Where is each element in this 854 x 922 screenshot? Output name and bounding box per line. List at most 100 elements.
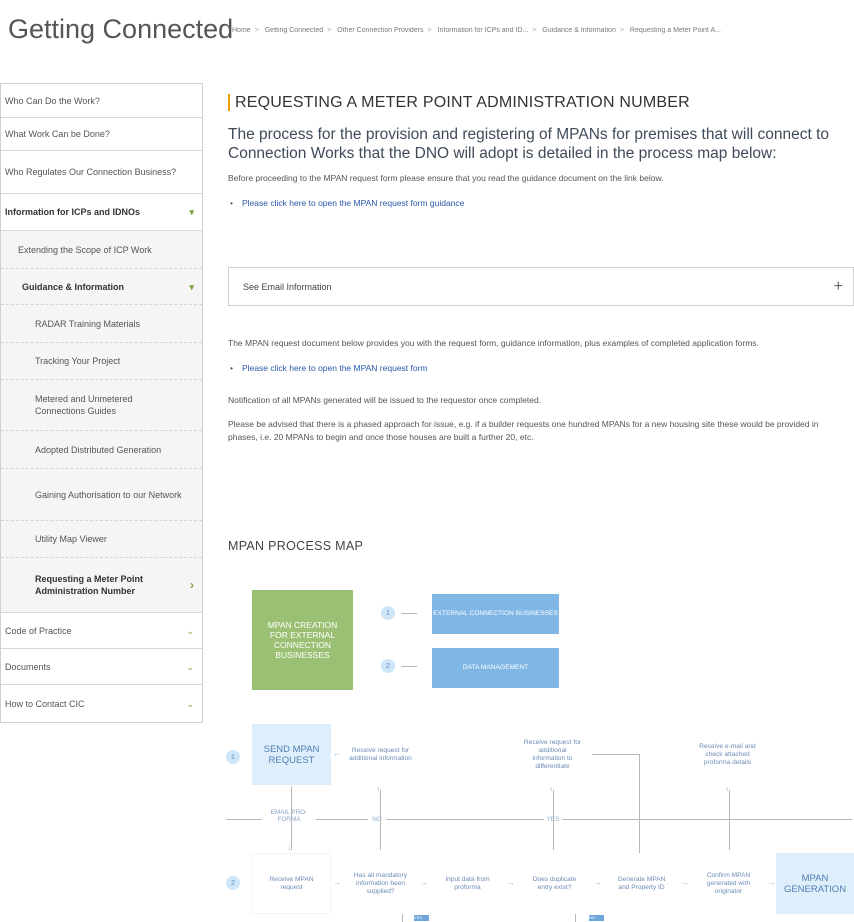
- chevron-down-icon[interactable]: ▾: [189, 206, 194, 218]
- chevron-right-icon[interactable]: ›: [190, 579, 194, 591]
- sidebar-item-extending-scope[interactable]: Extending the Scope of ICP Work: [1, 231, 202, 269]
- connector-line: [401, 613, 417, 614]
- list-item: Please click here to open the MPAN reque…: [228, 197, 854, 209]
- arrow-right-icon: →: [594, 878, 602, 887]
- sidebar-item-label: Utility Map Viewer: [35, 534, 107, 544]
- no-label: NO: [368, 816, 386, 823]
- legend-external-box: EXTERNAL CONNECTION BUSINESSES: [432, 594, 559, 634]
- arrow-up-icon: ↑: [725, 785, 729, 794]
- arrow-right-icon: →: [768, 878, 776, 887]
- generate-mpan-box: Generate MPAN and Property ID: [602, 853, 681, 914]
- sidebar-item-contact-cic[interactable]: How to Contact CIC ⌄: [1, 685, 202, 722]
- confirm-mpan-box: Confirm MPAN generated with originator: [689, 853, 768, 914]
- process-map-heading: MPAN PROCESS MAP: [228, 539, 364, 553]
- row-number-1: 1: [226, 750, 240, 764]
- chevron-down-icon[interactable]: ▾: [189, 281, 194, 293]
- breadcrumb: Home > Getting Connected > Other Connectio…: [232, 27, 721, 34]
- sidebar-item-metered-guides[interactable]: Metered and Unmetered Connections Guides: [1, 380, 202, 431]
- chevron-down-icon[interactable]: ⌄: [186, 661, 194, 673]
- sidebar-item-label: Documents: [5, 661, 51, 672]
- row-number-2: 2: [226, 876, 240, 890]
- sidebar-item-code-of-practice[interactable]: Code of Practice ⌄: [1, 613, 202, 649]
- sidebar-item-label: Gaining Authorisation to our Network: [35, 489, 182, 500]
- guidance-link[interactable]: Please click here to open the MPAN reque…: [242, 198, 464, 208]
- legend-number-1: 1: [381, 606, 395, 620]
- sidebar-item-requesting-mpan[interactable]: Requesting a Meter Point Administration …: [1, 558, 202, 613]
- connector-line: [401, 666, 417, 667]
- input-data-box: Input data from proforma: [428, 853, 507, 914]
- arrow-up-icon: ↑: [549, 785, 553, 794]
- sidebar-item-label: Adopted Distributed Generation: [35, 444, 162, 455]
- sidebar-item-tracking[interactable]: Tracking Your Project: [1, 343, 202, 380]
- breadcrumb-current: Requesting a Meter Point A...: [629, 27, 721, 34]
- sidebar-item-label: What Work Can be Done?: [5, 129, 110, 139]
- connector-line: [226, 819, 852, 820]
- sidebar-item-label: Tracking Your Project: [35, 356, 121, 366]
- connector-line: [729, 790, 730, 850]
- sidebar-item-label: Who Regulates Our Connection Business?: [5, 167, 177, 177]
- site-title: Getting Connected: [8, 14, 234, 44]
- sidebar-item-gaining-authorisation[interactable]: Gaining Authorisation to our Network: [1, 469, 202, 521]
- arrow-right-icon: →: [681, 878, 689, 887]
- mandatory-info-box: Has all mandatory information been suppl…: [341, 853, 420, 914]
- email-info-accordion[interactable]: See Email Information +: [228, 267, 854, 306]
- sidebar-item-what-work[interactable]: What Work Can be Done?: [1, 118, 202, 151]
- sidebar-item-who-can-do[interactable]: Who Can Do the Work?: [1, 84, 202, 118]
- sidebar-item-guidance[interactable]: Guidance & Information ▾: [1, 269, 202, 305]
- sidebar-submenu-guidance: RADAR Training Materials Tracking Your P…: [1, 305, 202, 613]
- sidebar-item-adopted-dg[interactable]: Adopted Distributed Generation: [1, 431, 202, 469]
- chevron-down-icon[interactable]: ⌄: [186, 698, 194, 710]
- breadcrumb-other-providers[interactable]: Other Connection Providers: [337, 27, 423, 34]
- arrow-right-icon: →: [333, 878, 341, 887]
- receive-mpan-box: Receive MPAN request: [252, 853, 331, 914]
- connector-line: [592, 754, 640, 755]
- notification-paragraph: Notification of all MPANs generated will…: [228, 395, 542, 405]
- sidebar-nav: Who Can Do the Work? What Work Can be Do…: [0, 83, 203, 723]
- plus-icon[interactable]: +: [834, 278, 843, 296]
- breadcrumb-guidance[interactable]: Guidance & Information: [542, 27, 616, 34]
- lead-paragraph: The process for the provision and regist…: [228, 126, 830, 162]
- sidebar-item-radar[interactable]: RADAR Training Materials: [1, 305, 202, 343]
- connector-line: [553, 790, 554, 850]
- sidebar-item-label: Extending the Scope of ICP Work: [18, 244, 152, 255]
- arrow-left-icon: ←: [333, 749, 341, 758]
- connector-line: [380, 790, 381, 850]
- request-form-link[interactable]: Please click here to open the MPAN reque…: [242, 363, 428, 373]
- no-tag: NO: [589, 915, 604, 921]
- email-proforma-label: EMAIL PRO-FORMA: [262, 809, 316, 823]
- sidebar-item-label: Information for ICPs and IDNOs: [5, 207, 141, 217]
- sidebar-item-utility-map[interactable]: Utility Map Viewer: [1, 521, 202, 558]
- sidebar-item-label: Metered and Unmetered Connections Guides: [35, 394, 133, 416]
- legend-number-2: 2: [381, 659, 395, 673]
- arrow-right-icon: →: [507, 878, 515, 887]
- accordion-label: See Email Information: [243, 281, 332, 292]
- breadcrumb-home[interactable]: Home: [232, 27, 251, 34]
- breadcrumb-getting-connected[interactable]: Getting Connected: [265, 27, 323, 34]
- receive-additional-box: Receive request for additional informati…: [341, 724, 420, 785]
- connector-line: [402, 914, 403, 922]
- sidebar-item-label: RADAR Training Materials: [35, 318, 141, 329]
- arrow-up-icon: ↑: [376, 785, 380, 794]
- arrow-right-icon: →: [420, 878, 428, 887]
- sidebar-item-icps-idnos[interactable]: Information for ICPs and IDNOs ▾: [1, 194, 202, 231]
- duplicate-entry-box: Does duplicate entry exist?: [515, 853, 594, 914]
- sidebar-item-documents[interactable]: Documents ⌄: [1, 649, 202, 685]
- receive-differentiate-box: Receive request for additional informati…: [513, 724, 592, 785]
- mpan-creation-box: MPAN CREATION FOR EXTERNAL CONNECTION BU…: [252, 590, 353, 690]
- sidebar-item-label: Code of Practice: [5, 625, 72, 636]
- sidebar-item-label: Guidance & Information: [22, 281, 125, 292]
- advice-paragraph: Please be advised that there is a phased…: [228, 419, 819, 442]
- intro-paragraph: Before proceeding to the MPAN request fo…: [228, 173, 664, 183]
- chevron-down-icon[interactable]: ⌄: [186, 625, 194, 637]
- arrow-down-icon: ↓: [287, 843, 291, 852]
- breadcrumb-icps[interactable]: Information for ICPs and ID...: [438, 27, 529, 34]
- connector-line: [291, 786, 292, 850]
- main-content: REQUESTING A METER POINT ADMINISTRATION …: [228, 83, 854, 209]
- sidebar-item-who-regulates[interactable]: Who Regulates Our Connection Business?: [1, 151, 202, 194]
- send-mpan-box: SEND MPAN REQUEST: [252, 724, 331, 785]
- document-paragraph: The MPAN request document below provides…: [228, 338, 759, 348]
- page-title: REQUESTING A METER POINT ADMINISTRATION …: [228, 94, 854, 111]
- connector-line: [575, 914, 576, 922]
- sidebar-item-label: Requesting a Meter Point Administration …: [35, 574, 144, 596]
- sidebar-item-label: How to Contact CIC: [5, 698, 85, 709]
